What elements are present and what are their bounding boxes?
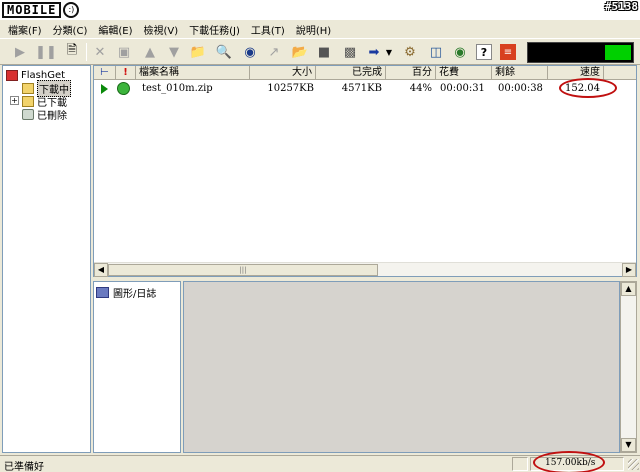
log-view	[183, 281, 620, 453]
menu-tools[interactable]: 工具(T)	[246, 22, 291, 37]
pin-column-icon[interactable]: ⊢	[94, 66, 116, 80]
downloading-status-icon	[101, 84, 108, 94]
downloading-folder-icon	[22, 82, 34, 94]
exit-icon[interactable]: ≡	[500, 44, 516, 60]
download-list: ⊢ ! 檔案名稱 大小 已完成 百分 花費 剩餘 速度 test_010m.zi…	[93, 65, 637, 277]
speed-meter	[527, 42, 634, 63]
column-elapsed[interactable]: 花費	[436, 66, 492, 80]
new-icon[interactable]: 🗎	[62, 42, 82, 62]
logo-text: MOBILE	[2, 2, 62, 18]
priority-column-icon[interactable]: !	[116, 66, 136, 80]
column-header: ⊢ ! 檔案名稱 大小 已完成 百分 花費 剩餘 速度	[94, 66, 636, 80]
export-icon[interactable]: ➡	[364, 42, 384, 62]
graph-log-pane: 圖形/日誌	[93, 281, 181, 453]
export-dropdown-icon[interactable]: ▼	[384, 42, 394, 62]
remaining-time: 00:00:38	[498, 83, 543, 94]
column-percent[interactable]: 百分	[386, 66, 436, 80]
menu-help[interactable]: 說明(H)	[291, 22, 337, 37]
scroll-thumb[interactable]: |||	[108, 264, 378, 276]
elapsed-time: 00:00:31	[440, 83, 485, 94]
category-tree: FlashGet 下載中 + 已下載 已刪除	[2, 65, 91, 453]
status-text: 已準備好	[4, 462, 44, 472]
speed-highlight-circle	[559, 78, 617, 98]
status-bar: 已準備好 157.00kb/s	[0, 451, 640, 472]
open-file-icon[interactable]: 📂	[290, 42, 310, 62]
pause-icon[interactable]: ❚❚	[35, 42, 57, 62]
menu-file[interactable]: 檔案(F)	[3, 22, 48, 37]
scroll-right-icon[interactable]: ▶	[622, 263, 636, 277]
tree-item-deleted[interactable]: 已刪除	[22, 107, 67, 122]
start-icon[interactable]: ▶	[10, 42, 30, 62]
find-icon[interactable]: 🔍	[214, 42, 234, 62]
column-name[interactable]: 檔案名稱	[136, 66, 250, 80]
menu-edit[interactable]: 編輯(E)	[93, 22, 138, 37]
connection-icon[interactable]: ◫	[426, 42, 446, 62]
horizontal-scrollbar[interactable]: ◀ ||| ▶	[94, 262, 636, 277]
graph-log-label: 圖形/日誌	[113, 289, 157, 300]
resize-grip-icon[interactable]	[628, 459, 639, 470]
site-explorer-icon[interactable]: ↗	[264, 42, 284, 62]
find-next-icon[interactable]: ◉	[240, 42, 260, 62]
options-icon[interactable]: ⚙	[400, 42, 420, 62]
tree-item-label: 已刪除	[37, 110, 67, 122]
column-size[interactable]: 大小	[250, 66, 316, 80]
logo-face-icon: :)	[63, 2, 80, 18]
graph-log-icon	[96, 287, 109, 298]
menu-bar: 檔案(F) 分類(C) 編輯(E) 檢視(V) 下載任務(J) 工具(T) 說明…	[0, 20, 640, 38]
help-icon[interactable]: ?	[476, 44, 492, 60]
file-name: test_010m.zip	[142, 83, 213, 94]
job-state-icon	[117, 82, 130, 95]
menu-view[interactable]: 檢視(V)	[138, 22, 184, 37]
title-bar: MOBILE :) #5138	[0, 0, 640, 20]
vertical-scrollbar[interactable]: ▲ ▼	[620, 281, 637, 453]
downloaded-folder-icon	[22, 95, 34, 107]
globe-icon[interactable]: ◉	[450, 42, 470, 62]
menu-jobs[interactable]: 下載任務(J)	[184, 22, 246, 37]
toolbar-separator	[86, 43, 87, 61]
app-logo: MOBILE :)	[2, 1, 80, 19]
graph-log-item[interactable]: 圖形/日誌	[96, 285, 156, 300]
toolbar: ▶ ❚❚ 🗎 ✕ ▣ ▲ ▼ 📁 🔍 ◉ ↗ 📂 ■ ▩ ➡ ▼ ⚙ ◫ ◉ ?…	[0, 38, 640, 65]
open-folder-icon[interactable]: 📁	[188, 42, 208, 62]
schedule-icon[interactable]: ■	[314, 42, 334, 62]
recycle-bin-icon	[22, 108, 34, 120]
menu-category[interactable]: 分類(C)	[48, 22, 94, 37]
rate-highlight-circle	[533, 451, 605, 472]
flashget-icon	[6, 69, 18, 81]
download-row[interactable]: test_010m.zip 10257KB 4571KB 44% 00:00:3…	[94, 78, 636, 98]
delete-icon[interactable]: ✕	[90, 42, 110, 62]
scroll-left-icon[interactable]: ◀	[94, 263, 108, 277]
scroll-up-icon[interactable]: ▲	[621, 282, 636, 296]
watermark-tag: #5138	[604, 0, 638, 13]
status-panel	[512, 457, 528, 471]
expand-icon[interactable]: +	[10, 96, 19, 105]
column-completed[interactable]: 已完成	[316, 66, 386, 80]
completed-size: 4571KB	[341, 83, 382, 94]
move-up-icon[interactable]: ▲	[140, 42, 160, 62]
speed-meter-bar	[605, 45, 631, 60]
scroll-down-icon[interactable]: ▼	[621, 438, 636, 452]
properties-icon[interactable]: ▣	[114, 42, 134, 62]
file-size: 10257KB	[267, 83, 314, 94]
column-remaining[interactable]: 剩餘	[492, 66, 548, 80]
percent-complete: 44%	[409, 83, 432, 94]
move-down-icon[interactable]: ▼	[164, 42, 184, 62]
import-icon[interactable]: ▩	[340, 42, 360, 62]
